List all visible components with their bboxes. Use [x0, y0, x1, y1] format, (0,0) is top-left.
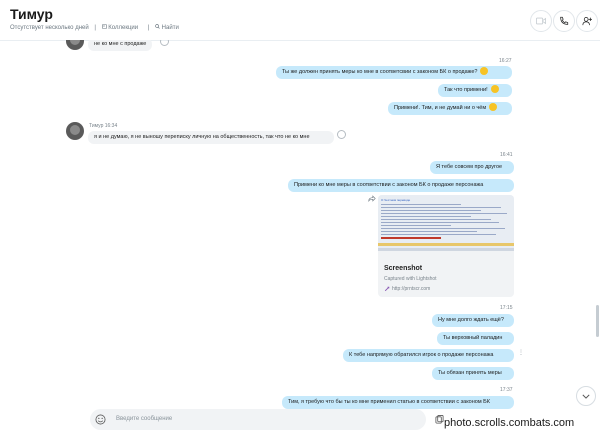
link-subtitle: Captured with Lightshot — [384, 276, 437, 282]
attach-icon — [434, 414, 444, 424]
message-bubble[interactable]: Ну мне долго ждать ещё? — [432, 314, 514, 327]
collections-icon — [101, 24, 107, 29]
preview-line — [381, 216, 471, 217]
emoji-icon — [489, 102, 498, 111]
watermark: photo.scrolls.combats.com — [444, 417, 575, 429]
search-icon — [155, 24, 160, 29]
emoji-icon — [480, 66, 489, 75]
message-bubble[interactable]: Ты обязан принять меры — [432, 367, 514, 380]
preview-line — [381, 222, 499, 223]
avatar[interactable] — [66, 122, 84, 140]
message-bubble[interactable]: К тебе напрямую обратился игрок о продаж… — [343, 349, 514, 362]
reaction-icon[interactable] — [160, 40, 169, 46]
preview-line — [381, 213, 507, 214]
preview-bar — [378, 243, 514, 246]
attach-button[interactable] — [434, 414, 444, 424]
message-text: Ты же должен принять меры ко мне в соотв… — [282, 69, 478, 75]
preview-line — [381, 207, 501, 208]
audio-call-button[interactable] — [553, 10, 575, 32]
video-call-button[interactable] — [530, 10, 552, 32]
link-preview-image[interactable]: О Честном переводе — [378, 195, 514, 251]
message-bubble[interactable]: Ты же должен принять меры ко мне в соотв… — [276, 66, 512, 79]
audio-call-icon — [560, 16, 569, 25]
chevron-down-icon — [582, 394, 590, 399]
emoji-icon — [95, 414, 106, 425]
add-person-icon — [582, 17, 592, 26]
find-label: Найти — [161, 25, 179, 31]
message-bubble[interactable]: я и не думаю, я не выношу переписку личн… — [88, 131, 334, 144]
timestamp: 16:27 — [499, 58, 512, 64]
sender-timestamp: Тимур 16:34 — [89, 123, 118, 129]
link-title[interactable]: Screenshot — [384, 265, 422, 272]
emoji-icon — [490, 84, 499, 93]
link-icon — [384, 286, 390, 292]
emoji-button[interactable] — [94, 413, 107, 426]
link-preview-card[interactable]: О Честном переводе Screenshot Captured w… — [378, 195, 514, 297]
find-link[interactable]: Найти — [155, 24, 183, 31]
contact-name[interactable]: Тимур — [10, 6, 53, 22]
preview-heading: О Честном переводе — [381, 198, 411, 202]
message-bubble[interactable]: Примени ко мне меры в соответствии с зак… — [288, 179, 514, 192]
message-bubble[interactable]: Тим, я требую что бы ты ко мне применил … — [282, 396, 514, 409]
add-participant-button[interactable] — [576, 10, 598, 32]
message-text: Так что примени! — [444, 87, 488, 93]
message-bubble[interactable]: Так что примени! — [438, 84, 512, 97]
scrollbar[interactable] — [596, 305, 599, 337]
preview-line — [381, 234, 496, 235]
preview-line — [381, 210, 481, 211]
separator: | — [94, 25, 96, 31]
message-bubble[interactable]: Примени!. Тим, и не думай ни о чём — [388, 102, 512, 115]
message-composer[interactable]: Введите сообщение — [90, 409, 426, 430]
preview-line — [381, 228, 505, 229]
status-text: Отсутствует несколько дней — [10, 25, 89, 31]
reaction-icon[interactable] — [337, 130, 346, 139]
link-url[interactable]: http://prntscr.com — [392, 286, 430, 292]
avatar[interactable] — [66, 40, 84, 50]
timestamp: 17:37 — [500, 387, 513, 393]
message-text: Примени!. Тим, и не думай ни о чём — [394, 105, 487, 111]
scroll-down-button[interactable] — [576, 386, 596, 406]
separator: | — [147, 25, 150, 31]
preview-line — [381, 225, 451, 226]
message-bubble[interactable]: не ко мне с продаже — [88, 40, 153, 51]
preview-highlight — [381, 237, 441, 239]
conversation-header: Тимур Отсутствует несколько дней | Колле… — [0, 0, 600, 41]
message-bubble[interactable]: Ты верховный паладин — [437, 332, 514, 345]
video-call-icon — [536, 17, 546, 25]
preview-line — [381, 219, 491, 220]
timestamp: 16:41 — [500, 152, 513, 158]
header-subtitle: Отсутствует несколько дней | Коллекции |… — [10, 24, 187, 31]
timestamp: 17:15 — [500, 305, 513, 311]
more-options-icon[interactable]: ⋮ — [518, 349, 524, 356]
collections-link[interactable]: Коллекции — [101, 24, 144, 31]
preview-bar — [378, 248, 514, 251]
share-icon[interactable] — [368, 195, 376, 202]
message-bubble[interactable]: Я тебе совсем про другое — [430, 161, 514, 174]
preview-line — [381, 204, 461, 205]
collections-label: Коллекции — [108, 25, 139, 31]
message-input[interactable]: Введите сообщение — [116, 416, 172, 422]
preview-line — [381, 231, 477, 232]
